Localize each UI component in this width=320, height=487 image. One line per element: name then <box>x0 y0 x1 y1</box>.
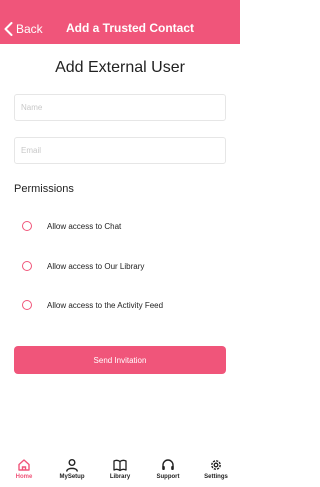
book-icon <box>113 459 127 472</box>
permission-label: Allow access to the Activity Feed <box>47 300 164 310</box>
name-input[interactable] <box>14 94 226 121</box>
tab-label: Settings <box>204 474 228 480</box>
permission-activity-feed-option[interactable]: Allow access to the Activity Feed <box>22 298 163 312</box>
permission-library-option[interactable]: Allow access to Our Library <box>22 259 144 273</box>
send-invitation-button[interactable]: Send Invitation <box>14 346 226 374</box>
permission-chat-option[interactable]: Allow access to Chat <box>22 219 121 233</box>
permission-label: Allow access to Our Library <box>47 261 145 271</box>
radio-button[interactable] <box>22 261 32 271</box>
tab-mysetup[interactable]: MySetup <box>48 450 96 487</box>
chevron-left-icon <box>4 22 13 36</box>
permission-label: Allow access to Chat <box>47 221 122 231</box>
bottom-tab-bar: Home MySetup Library Support Settings <box>0 450 240 487</box>
radio-button[interactable] <box>22 221 32 231</box>
headset-icon <box>162 459 174 470</box>
back-button[interactable]: Back <box>4 20 43 38</box>
gear-icon <box>211 460 221 470</box>
tab-label: Support <box>156 474 180 480</box>
app-header: Back Add a Trusted Contact <box>0 0 240 44</box>
tab-home[interactable]: Home <box>0 450 48 487</box>
back-label: Back <box>16 22 43 36</box>
page-title: Add External User <box>55 59 185 76</box>
tab-label: Home <box>15 474 33 480</box>
tab-settings[interactable]: Settings <box>192 450 240 487</box>
tab-support[interactable]: Support <box>144 450 192 487</box>
person-icon <box>66 459 78 472</box>
permissions-title: Permissions <box>14 183 74 195</box>
tab-library[interactable]: Library <box>96 450 144 487</box>
tab-label: Library <box>109 474 131 480</box>
email-input[interactable] <box>14 137 226 164</box>
tab-label: MySetup <box>59 474 85 480</box>
radio-button[interactable] <box>22 300 32 310</box>
home-icon <box>18 459 30 471</box>
header-title: Add a Trusted Contact <box>66 21 195 35</box>
